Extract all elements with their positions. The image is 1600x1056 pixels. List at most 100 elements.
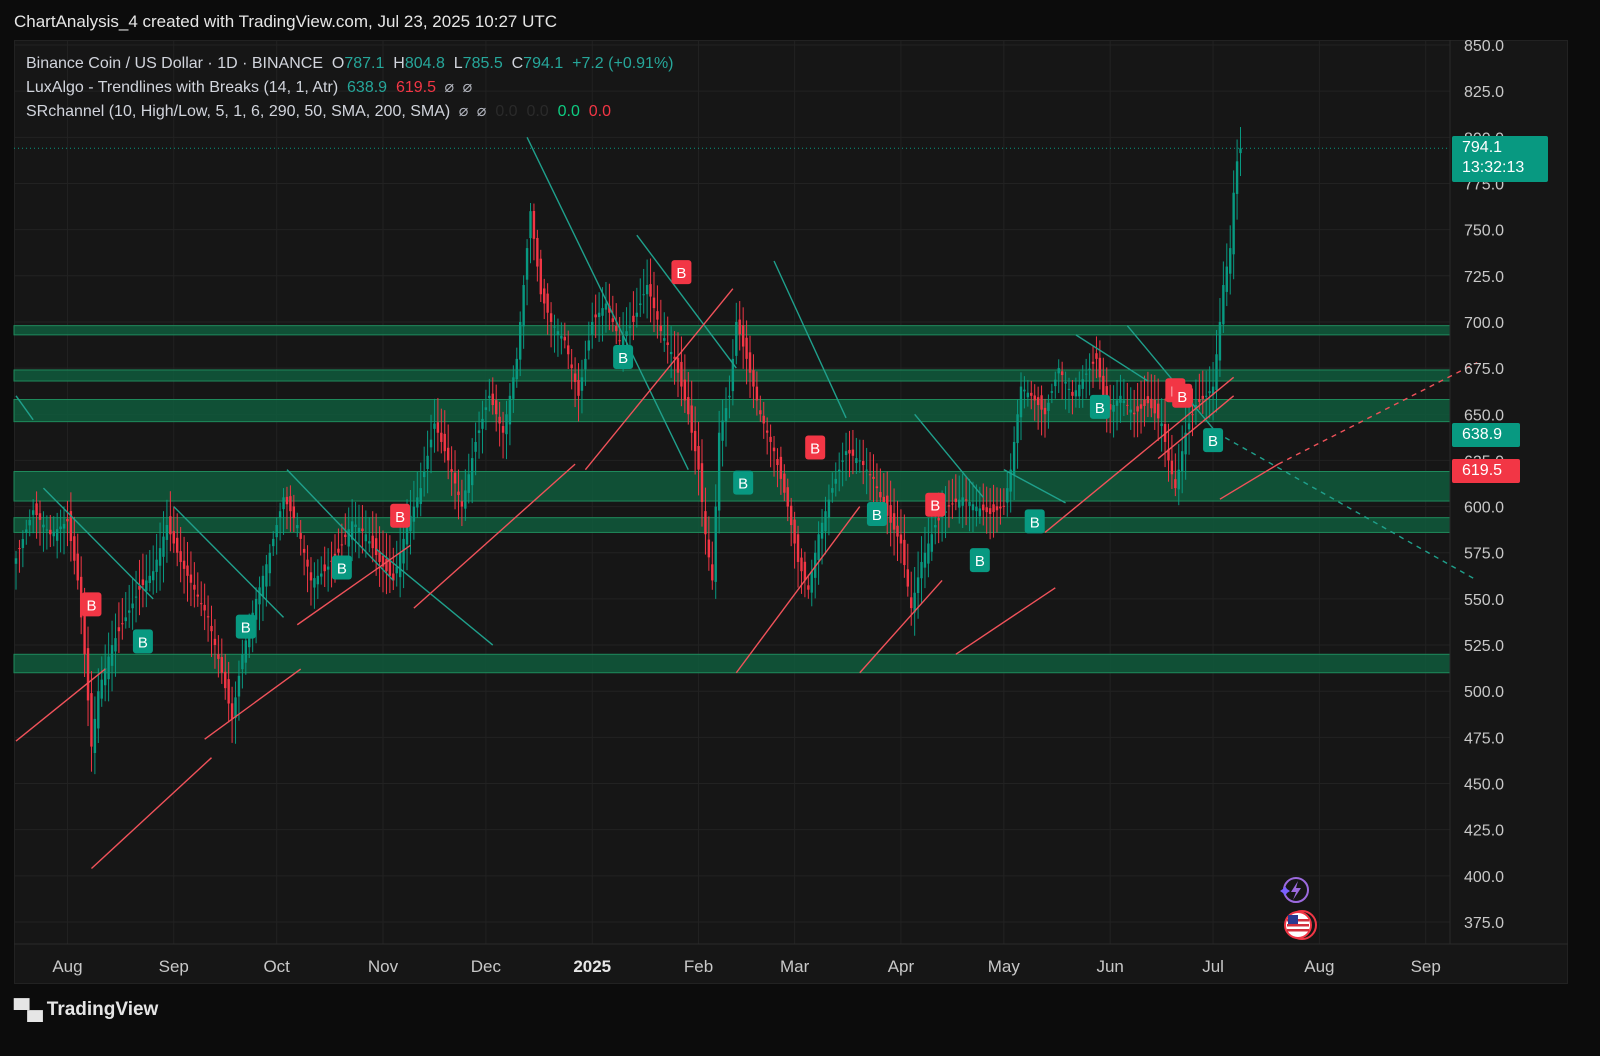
candle-body[interactable] xyxy=(1071,391,1074,396)
candle-body[interactable] xyxy=(639,303,642,305)
candle-body[interactable] xyxy=(474,441,477,452)
candle-body[interactable] xyxy=(954,498,958,502)
candle-body[interactable] xyxy=(347,529,350,547)
candle-body[interactable] xyxy=(868,474,872,476)
candle-body[interactable] xyxy=(937,518,940,521)
candle-body[interactable] xyxy=(597,312,601,318)
candle-body[interactable] xyxy=(978,508,982,517)
us-flag-icon[interactable] xyxy=(1284,910,1317,940)
candle-body[interactable] xyxy=(779,456,783,479)
candle-body[interactable] xyxy=(73,536,76,561)
candle-body[interactable] xyxy=(721,420,724,441)
candle-body[interactable] xyxy=(824,511,827,532)
candle-body[interactable] xyxy=(553,326,556,328)
candle-body[interactable] xyxy=(422,471,426,478)
candle-body[interactable] xyxy=(306,559,309,567)
candle-body[interactable] xyxy=(285,496,289,505)
candle-body[interactable] xyxy=(1081,379,1084,389)
candle-body[interactable] xyxy=(200,603,203,605)
candle-body[interactable] xyxy=(659,325,663,332)
candle-body[interactable] xyxy=(1098,357,1102,378)
candle-body[interactable] xyxy=(103,668,107,686)
candle-body[interactable] xyxy=(1126,404,1129,406)
candle-body[interactable] xyxy=(1019,386,1023,418)
candle-body[interactable] xyxy=(121,623,124,625)
candle-body[interactable] xyxy=(717,432,721,511)
candle-body[interactable] xyxy=(1026,392,1030,398)
candle-body[interactable] xyxy=(728,395,731,398)
candle-body[interactable] xyxy=(1201,395,1204,399)
candle-body[interactable] xyxy=(525,248,529,280)
candle-body[interactable] xyxy=(947,505,951,507)
candle-body[interactable] xyxy=(193,584,196,590)
candle-body[interactable] xyxy=(560,335,563,339)
candle-body[interactable] xyxy=(803,561,807,581)
candle-body[interactable] xyxy=(906,569,909,587)
candle-body[interactable] xyxy=(855,458,858,464)
candle-body[interactable] xyxy=(501,426,505,433)
candle-body[interactable] xyxy=(642,294,645,296)
down-trendline[interactable] xyxy=(42,487,154,600)
candle-body[interactable] xyxy=(961,497,964,506)
candle-body[interactable] xyxy=(1132,412,1136,415)
indicator-1-name[interactable]: LuxAlgo - Trendlines with Breaks (14, 1,… xyxy=(26,79,338,96)
candle-body[interactable] xyxy=(539,258,542,295)
candle-body[interactable] xyxy=(18,548,21,550)
candle-body[interactable] xyxy=(793,519,796,544)
candle-body[interactable] xyxy=(549,313,553,322)
candle-body[interactable] xyxy=(923,552,927,568)
candle-body[interactable] xyxy=(165,525,169,540)
candle-body[interactable] xyxy=(783,473,786,493)
candle-body[interactable] xyxy=(340,544,344,546)
candle-body[interactable] xyxy=(436,422,440,433)
candle-body[interactable] xyxy=(505,414,508,435)
candle-body[interactable] xyxy=(1208,391,1211,394)
candle-body[interactable] xyxy=(234,697,237,718)
candle-body[interactable] xyxy=(1119,395,1122,403)
candle-body[interactable] xyxy=(635,312,639,317)
candle-body[interactable] xyxy=(1012,441,1016,475)
candle-body[interactable] xyxy=(488,395,491,399)
candle-body[interactable] xyxy=(910,597,913,609)
candle-body[interactable] xyxy=(916,577,920,594)
candle-body[interactable] xyxy=(357,527,361,533)
candle-body[interactable] xyxy=(1033,395,1036,401)
candle-body[interactable] xyxy=(865,469,868,471)
candle-body[interactable] xyxy=(97,691,100,729)
candle-body[interactable] xyxy=(841,460,844,462)
candle-body[interactable] xyxy=(107,656,110,680)
candle-body[interactable] xyxy=(158,548,162,566)
candle-body[interactable] xyxy=(42,524,45,528)
candle-body[interactable] xyxy=(519,321,522,360)
candle-body[interactable] xyxy=(892,513,896,530)
candle-body[interactable] xyxy=(1205,395,1208,397)
candle-body[interactable] xyxy=(772,447,776,452)
candle-body[interactable] xyxy=(656,311,659,320)
candle-body[interactable] xyxy=(587,340,591,351)
candle-body[interactable] xyxy=(1218,321,1222,361)
candle-body[interactable] xyxy=(580,377,584,391)
candle-body[interactable] xyxy=(1170,460,1174,475)
indicator-2-name[interactable]: SRchannel (10, High/Low, 5, 1, 6, 290, 5… xyxy=(26,103,450,120)
candle-body[interactable] xyxy=(1129,409,1132,413)
candle-body[interactable] xyxy=(76,553,79,581)
candle-body[interactable] xyxy=(131,603,134,609)
candle-body[interactable] xyxy=(176,537,179,553)
candle-body[interactable] xyxy=(1115,400,1119,406)
candle-body[interactable] xyxy=(443,433,446,452)
candle-body[interactable] xyxy=(1225,266,1228,292)
candle-body[interactable] xyxy=(35,503,38,516)
candle-body[interactable] xyxy=(611,318,615,322)
footer-logo[interactable]: ▀▄ TradingView xyxy=(14,998,158,1022)
candle-body[interactable] xyxy=(244,640,248,663)
candle-body[interactable] xyxy=(759,410,762,415)
candle-body[interactable] xyxy=(1146,396,1150,404)
candle-body[interactable] xyxy=(567,345,570,355)
candle-body[interactable] xyxy=(477,430,481,433)
candle-body[interactable] xyxy=(426,455,429,469)
candle-body[interactable] xyxy=(573,373,577,382)
candle-body[interactable] xyxy=(584,358,587,370)
candle-body[interactable] xyxy=(508,395,512,425)
candle-body[interactable] xyxy=(971,504,975,511)
candle-body[interactable] xyxy=(433,423,436,429)
